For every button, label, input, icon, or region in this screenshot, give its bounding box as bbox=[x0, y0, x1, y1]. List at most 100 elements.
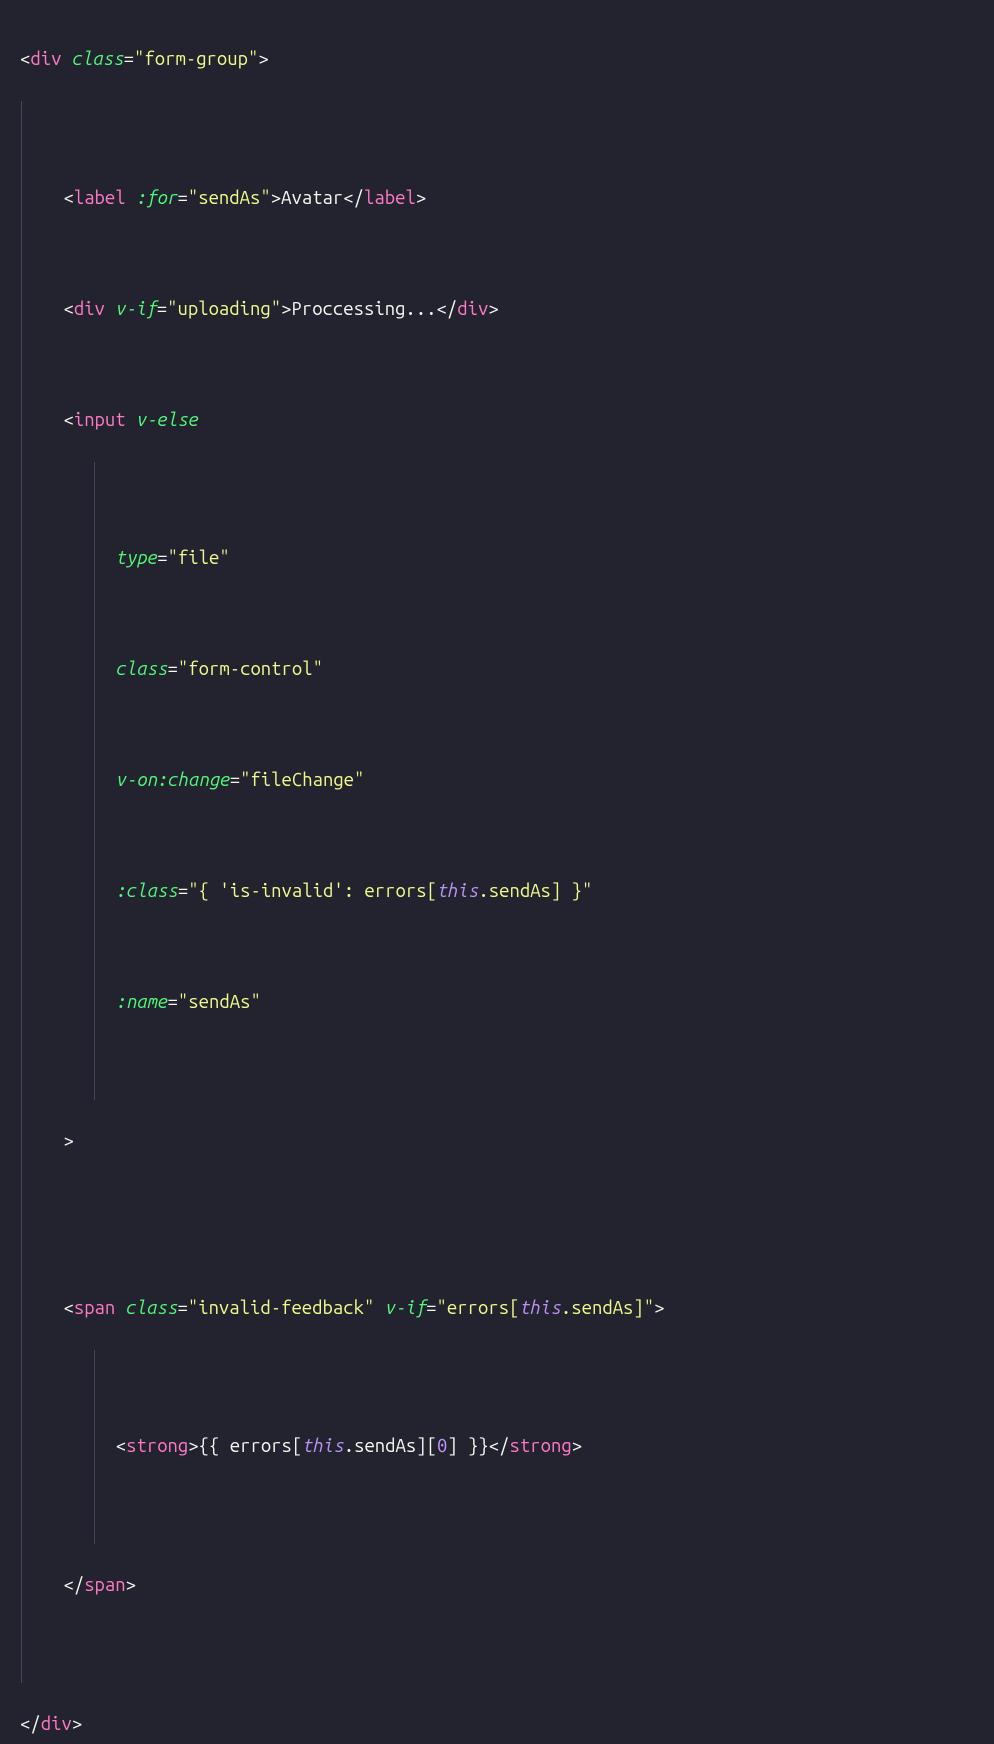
code-line bbox=[95, 601, 974, 629]
code-line bbox=[95, 823, 974, 851]
quote: " bbox=[437, 1298, 447, 1318]
indent bbox=[95, 659, 116, 679]
code-line bbox=[22, 1184, 974, 1212]
code-line bbox=[22, 1239, 974, 1267]
code-line: :class="{ 'is-invalid': errors[this.send… bbox=[95, 878, 974, 906]
attr-value: "sendAs" bbox=[178, 992, 261, 1012]
code-line bbox=[22, 1628, 974, 1656]
equals: = bbox=[157, 299, 167, 319]
space bbox=[126, 188, 136, 208]
bracket: > bbox=[63, 1131, 73, 1151]
bracket: < bbox=[63, 299, 73, 319]
equals: = bbox=[230, 770, 240, 790]
code-line: <input v-else bbox=[22, 407, 974, 435]
code-line: <label :for="sendAs">Avatar</label> bbox=[22, 185, 974, 213]
keyword: this bbox=[302, 1436, 343, 1456]
attr-name: v-if bbox=[385, 1298, 426, 1318]
keyword: this bbox=[437, 881, 478, 901]
text-content: Proccessing... bbox=[291, 299, 436, 319]
space bbox=[126, 410, 136, 430]
bracket: < bbox=[20, 49, 30, 69]
bracket: < bbox=[63, 188, 73, 208]
tag-name: div bbox=[41, 1714, 72, 1734]
tag-name: div bbox=[30, 49, 61, 69]
code-line bbox=[95, 490, 974, 518]
indent bbox=[95, 992, 116, 1012]
tag-name: span bbox=[84, 1575, 125, 1595]
tag-name: input bbox=[74, 410, 126, 430]
space bbox=[115, 1298, 125, 1318]
code-line bbox=[22, 129, 974, 157]
tag-name: div bbox=[457, 299, 488, 319]
equals: = bbox=[168, 992, 178, 1012]
bracket: < bbox=[63, 1298, 73, 1318]
equals: = bbox=[177, 1298, 187, 1318]
code-line bbox=[95, 712, 974, 740]
attr-name: class bbox=[116, 659, 168, 679]
indent bbox=[95, 881, 116, 901]
indent bbox=[22, 410, 63, 430]
attr-name: v-on:change bbox=[116, 770, 230, 790]
equals: = bbox=[124, 49, 134, 69]
attr-name: v-else bbox=[136, 410, 198, 430]
indent bbox=[95, 1436, 116, 1456]
bracket: > bbox=[654, 1298, 664, 1318]
equals: = bbox=[426, 1298, 436, 1318]
quote: " bbox=[188, 881, 198, 901]
attr-value: .sendAs] } bbox=[478, 881, 582, 901]
bracket: > bbox=[72, 1714, 82, 1734]
bracket: </ bbox=[63, 1575, 84, 1595]
code-line bbox=[95, 1489, 974, 1517]
indent bbox=[22, 1575, 63, 1595]
attr-value: "uploading" bbox=[167, 299, 281, 319]
space bbox=[105, 299, 115, 319]
attr-value: "invalid-feedback" bbox=[188, 1298, 374, 1318]
code-line: </span> bbox=[22, 1572, 974, 1600]
code-line: <strong>{{ errors[this.sendAs][0] }}</st… bbox=[95, 1433, 974, 1461]
space bbox=[61, 49, 71, 69]
code-line bbox=[95, 934, 974, 962]
attr-name: v-if bbox=[115, 299, 156, 319]
attr-value: errors[ bbox=[447, 1298, 520, 1318]
bracket: </ bbox=[489, 1436, 510, 1456]
text-content: ] }} bbox=[447, 1436, 488, 1456]
tag-name: strong bbox=[510, 1436, 572, 1456]
attr-value: "file" bbox=[168, 548, 230, 568]
code-line bbox=[95, 1378, 974, 1406]
equals: = bbox=[168, 659, 178, 679]
bracket: < bbox=[63, 410, 73, 430]
code-line: <span class="invalid-feedback" v-if="err… bbox=[22, 1295, 974, 1323]
attr-name: :class bbox=[116, 881, 178, 901]
attr-name: :for bbox=[136, 188, 177, 208]
bracket: </ bbox=[20, 1714, 41, 1734]
code-line bbox=[95, 1045, 974, 1073]
tag-name: div bbox=[74, 299, 105, 319]
tag-name: label bbox=[74, 188, 126, 208]
bracket: </ bbox=[437, 299, 458, 319]
attr-name: type bbox=[116, 548, 157, 568]
quote: " bbox=[582, 881, 592, 901]
attr-value: .sendAs] bbox=[561, 1298, 644, 1318]
code-line: class="form-control" bbox=[95, 656, 974, 684]
bracket: > bbox=[188, 1436, 198, 1456]
bracket: > bbox=[488, 299, 498, 319]
bracket: > bbox=[271, 188, 281, 208]
attr-name: class bbox=[126, 1298, 178, 1318]
text-content: .sendAs][ bbox=[344, 1436, 437, 1456]
code-block: <div class="form-group"> <label :for="se… bbox=[0, 0, 994, 1744]
bracket: > bbox=[281, 299, 291, 319]
indent bbox=[22, 1298, 63, 1318]
attr-value: "fileChange" bbox=[240, 770, 364, 790]
number: 0 bbox=[437, 1436, 447, 1456]
tag-name: label bbox=[364, 188, 416, 208]
attr-value: "form-control" bbox=[178, 659, 323, 679]
tag-name: span bbox=[74, 1298, 115, 1318]
code-line: :name="sendAs" bbox=[95, 989, 974, 1017]
code-line: <div class="form-group"> bbox=[20, 46, 974, 74]
indent bbox=[22, 188, 63, 208]
attr-value: "form-group" bbox=[134, 49, 258, 69]
indent bbox=[22, 299, 63, 319]
indent bbox=[95, 770, 116, 790]
attr-name: class bbox=[72, 49, 124, 69]
indent bbox=[22, 1131, 63, 1151]
